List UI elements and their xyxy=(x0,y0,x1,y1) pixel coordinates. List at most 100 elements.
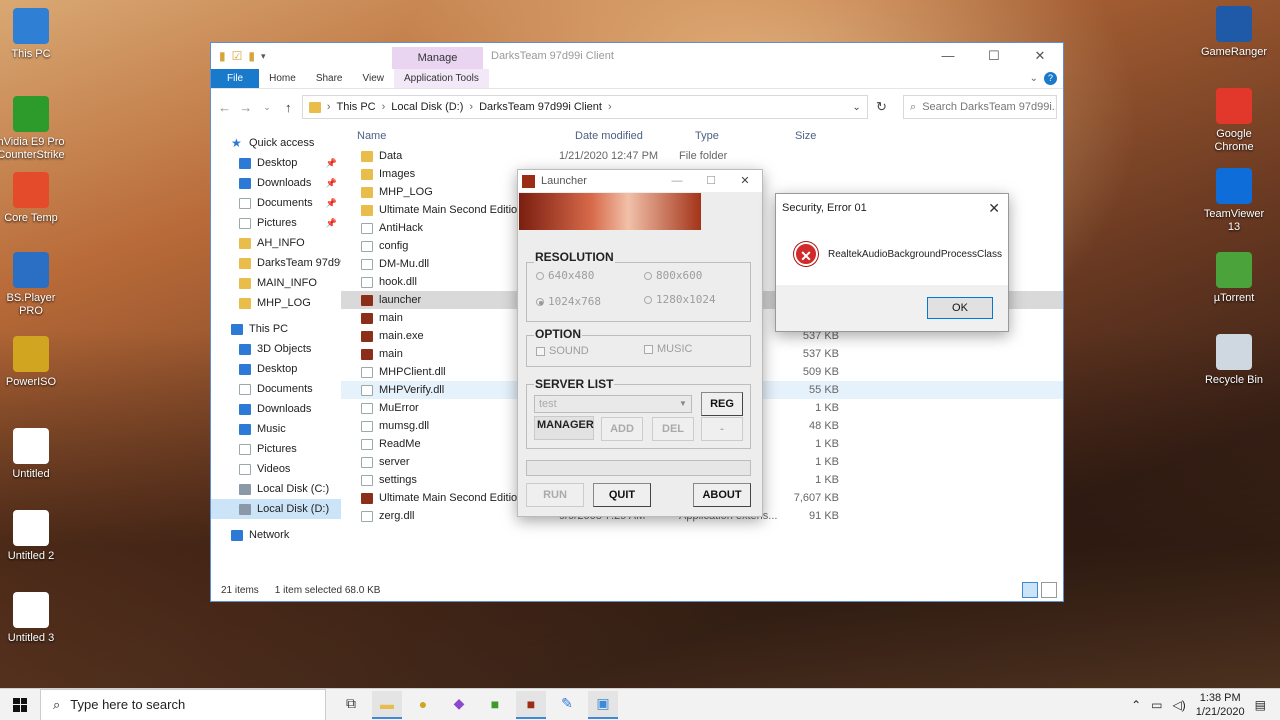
run-button[interactable]: RUN xyxy=(526,483,584,507)
chevron-down-icon[interactable]: ▾ xyxy=(261,51,266,62)
close-button[interactable]: ✕ xyxy=(1017,43,1063,69)
up-arrow-icon[interactable]: ↑ xyxy=(281,100,296,115)
bee-icon[interactable]: ● xyxy=(408,691,438,719)
sidebar-item[interactable]: Pictures xyxy=(211,439,341,459)
start-button[interactable] xyxy=(0,689,40,720)
desktop-icon-item[interactable]: Google Chrome xyxy=(1199,88,1269,154)
breadcrumb-local-disk[interactable]: Local Disk (D:) xyxy=(391,101,463,113)
desktop-icon-item[interactable]: BS.Player PRO xyxy=(0,252,66,318)
help-icon[interactable]: ? xyxy=(1044,72,1057,85)
minimize-button[interactable]: — xyxy=(925,43,971,69)
column-date-modified[interactable]: Date modified xyxy=(559,130,679,142)
desktop-icon-item[interactable]: PowerISO xyxy=(0,336,66,389)
new-folder-icon[interactable]: ▮ xyxy=(248,49,255,63)
sidebar-item[interactable]: Videos xyxy=(211,459,341,479)
sidebar-item[interactable]: Music xyxy=(211,419,341,439)
sidebar-item[interactable]: Documents 📌 xyxy=(211,193,341,213)
dialog-app-icon[interactable]: ▣ xyxy=(588,690,618,719)
clock[interactable]: 1:38 PM 1/21/2020 xyxy=(1196,691,1245,719)
tab-share[interactable]: Share xyxy=(306,69,353,88)
notifications-icon[interactable]: ▤ xyxy=(1255,698,1266,712)
tab-home[interactable]: Home xyxy=(259,69,306,88)
column-size[interactable]: Size xyxy=(779,130,839,142)
dash-button[interactable]: - xyxy=(701,417,743,441)
resolution-1280-radio[interactable]: 1280x1024 xyxy=(644,293,716,306)
error-dialog-titlebar[interactable]: Security, Error 01 ✕ xyxy=(776,194,1008,222)
taskbar-search[interactable]: ⌕ Type here to search xyxy=(40,688,326,720)
minimize-button[interactable]: — xyxy=(660,170,694,192)
resolution-800-radio[interactable]: 800x600 xyxy=(644,269,702,282)
sidebar-item[interactable]: Network xyxy=(211,525,341,545)
search-box[interactable]: ⌕ Search DarksTeam 97d99i... xyxy=(903,95,1058,119)
sidebar-item[interactable]: ★ Quick access xyxy=(211,133,341,153)
sidebar-item[interactable]: Desktop 📌 xyxy=(211,153,341,173)
add-button[interactable]: ADD xyxy=(601,417,643,441)
volume-icon[interactable]: ◁) xyxy=(1172,698,1185,712)
desktop-icon-item[interactable]: nVidia E9 Pro CounterStrike xyxy=(0,96,66,162)
desktop-icon-item[interactable]: TeamViewer 13 xyxy=(1199,168,1269,234)
mu-launcher-icon[interactable]: ■ xyxy=(516,690,546,719)
task-view-icon[interactable]: ⧉ xyxy=(336,691,366,719)
refresh-icon[interactable]: ↻ xyxy=(874,99,889,115)
sidebar-item[interactable]: Downloads xyxy=(211,399,341,419)
sidebar-item[interactable]: Local Disk (D:) xyxy=(211,499,341,519)
address-dropdown-icon[interactable]: ⌄ xyxy=(852,102,860,113)
reg-button[interactable]: REG xyxy=(701,392,743,416)
properties-icon[interactable]: ☑ xyxy=(232,49,243,63)
sound-checkbox[interactable]: SOUND xyxy=(536,345,589,357)
sidebar-item[interactable]: Local Disk (C:) xyxy=(211,479,341,499)
desktop-icon-item[interactable]: Untitled xyxy=(0,428,66,481)
sidebar-item[interactable]: Desktop xyxy=(211,359,341,379)
maximize-button[interactable]: ☐ xyxy=(694,170,728,192)
sidebar-item[interactable]: AH_INFO xyxy=(211,233,341,253)
close-button[interactable]: ✕ xyxy=(728,170,762,192)
maximize-button[interactable]: ☐ xyxy=(971,43,1017,69)
tab-view[interactable]: View xyxy=(353,69,395,88)
del-button[interactable]: DEL xyxy=(652,417,694,441)
large-icons-view-icon[interactable] xyxy=(1041,582,1057,598)
resolution-640-radio[interactable]: 640x480 xyxy=(536,269,594,282)
file-explorer-icon[interactable]: ▬ xyxy=(372,690,402,719)
manage-tab[interactable]: Manage xyxy=(392,47,483,69)
sidebar-item[interactable]: DarksTeam 97d99i C xyxy=(211,253,341,273)
desktop-icon-item[interactable]: µTorrent xyxy=(1199,252,1269,305)
sidebar-item[interactable]: MHP_LOG xyxy=(211,293,341,313)
desktop-icon-item[interactable]: This PC xyxy=(0,8,66,61)
recent-chevron-icon[interactable]: ⌄ xyxy=(259,102,274,113)
desktop-icon-item[interactable]: Core Temp xyxy=(0,172,66,225)
tab-application-tools[interactable]: Application Tools xyxy=(394,69,489,88)
desktop-icon-item[interactable]: Recycle Bin xyxy=(1199,334,1269,387)
ok-button[interactable]: OK xyxy=(927,297,993,319)
network-icon[interactable]: ▭ xyxy=(1151,698,1162,712)
vpn-icon[interactable]: ◆ xyxy=(444,691,474,719)
close-icon[interactable]: ✕ xyxy=(988,194,1000,222)
game-green-icon[interactable]: ■ xyxy=(480,691,510,719)
forward-arrow-icon[interactable]: → xyxy=(238,100,253,115)
back-arrow-icon[interactable]: ← xyxy=(217,100,232,115)
desktop-icon-item[interactable]: Untitled 2 xyxy=(0,510,66,563)
breadcrumb-folder[interactable]: DarksTeam 97d99i Client xyxy=(479,101,602,113)
sidebar-item[interactable]: Documents xyxy=(211,379,341,399)
breadcrumb-this-pc[interactable]: This PC xyxy=(336,101,375,113)
expand-ribbon-icon[interactable]: ⌄ xyxy=(1030,69,1038,89)
sidebar-item[interactable]: MAIN_INFO xyxy=(211,273,341,293)
column-type[interactable]: Type xyxy=(679,130,779,142)
sidebar-item[interactable]: 3D Objects xyxy=(211,339,341,359)
column-name[interactable]: Name xyxy=(341,130,559,142)
desktop-icon-item[interactable]: Untitled 3 xyxy=(0,592,66,645)
about-button[interactable]: ABOUT xyxy=(693,483,751,507)
sidebar-item[interactable]: This PC xyxy=(211,319,341,339)
quit-button[interactable]: QUIT xyxy=(593,483,651,507)
desktop-icon-item[interactable]: GameRanger xyxy=(1199,6,1269,59)
sidebar-item[interactable]: Pictures 📌 xyxy=(211,213,341,233)
details-view-icon[interactable] xyxy=(1022,582,1038,598)
server-select[interactable]: test ▼ xyxy=(534,395,692,413)
explorer-titlebar[interactable]: ▮ ☑ ▮ ▾ Manage DarksTeam 97d99i Client —… xyxy=(211,43,1063,69)
address-bar[interactable]: › This PC › Local Disk (D:) › DarksTeam … xyxy=(301,95,868,119)
chevron-up-icon[interactable]: ⌃ xyxy=(1131,698,1141,712)
launcher-titlebar[interactable]: Launcher — ☐ ✕ xyxy=(518,170,762,192)
music-checkbox[interactable]: MUSIC xyxy=(644,343,692,355)
paint-icon[interactable]: ✎ xyxy=(552,691,582,719)
table-row[interactable]: Data 1/21/2020 12:47 PM File folder xyxy=(341,147,1063,165)
resolution-1024-radio[interactable]: 1024x768 xyxy=(536,295,601,308)
